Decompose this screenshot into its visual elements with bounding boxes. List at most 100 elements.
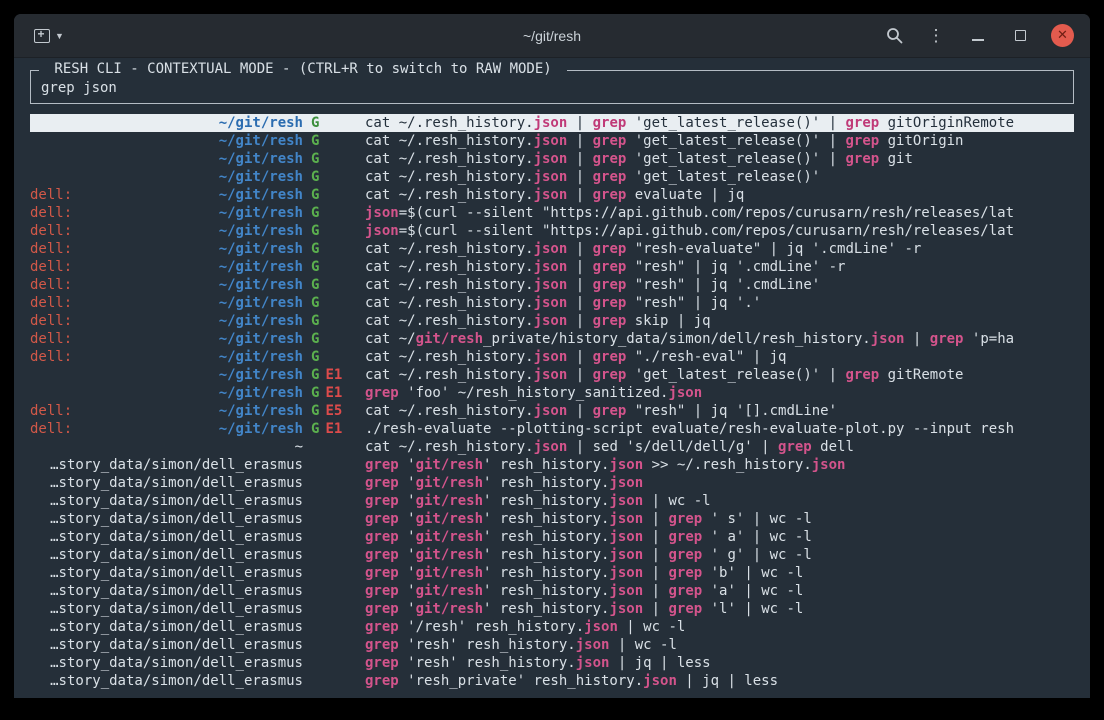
terminal-content: RESH CLI - CONTEXTUAL MODE - (CTRL+R to … — [14, 70, 1090, 690]
row-flag: G — [311, 187, 319, 203]
history-row[interactable]: …story_data/simon/dell_erasmusgrep '/res… — [30, 618, 1074, 636]
history-row[interactable]: …story_data/simon/dell_erasmusgrep 'git/… — [30, 546, 1074, 564]
restore-button[interactable] — [1009, 25, 1031, 47]
row-context: ~ — [30, 438, 303, 456]
row-host: dell: — [30, 222, 72, 240]
history-row[interactable]: ~/git/reshGE1cat ~/.resh_history.json | … — [30, 366, 1074, 384]
row-flags — [303, 672, 357, 690]
row-pwd: ~/git/resh — [219, 348, 303, 366]
row-command: grep 'resh' resh_history.json | jq | les… — [357, 654, 1074, 672]
history-row[interactable]: ~/git/reshGcat ~/.resh_history.json | gr… — [30, 168, 1074, 186]
row-flags — [303, 654, 357, 672]
row-command: grep 'resh_private' resh_history.json | … — [357, 672, 1074, 690]
history-row[interactable]: …story_data/simon/dell_erasmusgrep 'git/… — [30, 474, 1074, 492]
history-row[interactable]: dell:~/git/reshGjson=$(curl --silent "ht… — [30, 204, 1074, 222]
history-row[interactable]: …story_data/simon/dell_erasmusgrep 'git/… — [30, 510, 1074, 528]
row-command: grep 'git/resh' resh_history.json | grep… — [357, 564, 1074, 582]
menu-button[interactable]: ⋮ — [925, 25, 947, 47]
row-flags — [303, 618, 357, 636]
row-flag: G — [311, 421, 319, 437]
row-flag: G — [311, 115, 319, 131]
kebab-menu-icon: ⋮ — [928, 27, 945, 44]
history-row[interactable]: …story_data/simon/dell_erasmus grep 'git/… — [30, 528, 1074, 546]
history-row[interactable]: …story_data/simon/dell_erasmusgrep 'git/… — [30, 456, 1074, 474]
row-pwd: …story_data/simon/dell_erasmus — [50, 600, 303, 618]
titlebar: ▼ ~/git/resh ⋮ ✕ — [14, 14, 1090, 58]
search-button[interactable] — [883, 25, 905, 47]
row-command: grep 'git/resh' resh_history.json | grep… — [357, 528, 1074, 546]
row-command: cat ~/.resh_history.json | grep 'get_lat… — [357, 132, 1074, 150]
history-row[interactable]: dell:~/git/reshGcat ~/.resh_history.json… — [30, 186, 1074, 204]
row-pwd: …story_data/simon/dell_erasmus — [50, 672, 303, 690]
minimize-button[interactable] — [967, 25, 989, 47]
row-pwd: ~/git/resh — [219, 204, 303, 222]
row-command: cat ~/.resh_history.json | grep 'get_lat… — [357, 114, 1074, 132]
search-icon — [886, 27, 903, 44]
row-context: ~/git/resh — [30, 168, 303, 186]
row-flags: G — [303, 312, 357, 330]
row-command: cat ~/.resh_history.json | grep "resh" |… — [357, 402, 1074, 420]
row-pwd: …story_data/simon/dell_erasmus — [50, 528, 303, 546]
row-context: ~/git/resh — [30, 132, 303, 150]
history-row[interactable]: dell:~/git/reshGcat ~/git/resh_private/h… — [30, 330, 1074, 348]
history-row[interactable]: …story_data/simon/dell_erasmusgrep 'git/… — [30, 600, 1074, 618]
row-context: …story_data/simon/dell_erasmus — [30, 492, 303, 510]
row-pwd: ~ — [295, 438, 303, 456]
row-context: dell:~/git/resh — [30, 420, 303, 438]
history-row[interactable]: ~/git/reshGcat ~/.resh_history.json | gr… — [30, 132, 1074, 150]
history-row[interactable]: dell:~/git/reshGcat ~/.resh_history.json… — [30, 258, 1074, 276]
row-context: dell:~/git/resh — [30, 258, 303, 276]
row-command: cat ~/.resh_history.json | grep 'get_lat… — [357, 150, 1074, 168]
row-flags — [303, 546, 357, 564]
history-row[interactable]: dell:~/git/reshGcat ~/.resh_history.json… — [30, 348, 1074, 366]
history-row[interactable]: ~/git/reshGcat ~/.resh_history.json | gr… — [30, 150, 1074, 168]
history-row[interactable]: dell:~/git/reshGjson=$(curl --silent "ht… — [30, 222, 1074, 240]
row-command: cat ~/.resh_history.json | grep "resh" |… — [357, 258, 1074, 276]
history-row[interactable]: ~cat ~/.resh_history.json | sed 's/dell/… — [30, 438, 1074, 456]
restore-icon — [1015, 30, 1026, 41]
row-flags — [303, 636, 357, 654]
history-row[interactable]: …story_data/simon/dell_erasmus grep 'resh… — [30, 654, 1074, 672]
history-row[interactable]: dell:~/git/reshGcat ~/.resh_history.json… — [30, 276, 1074, 294]
row-flags: G — [303, 240, 357, 258]
row-host: dell: — [30, 420, 72, 438]
row-flag: G — [311, 349, 319, 365]
history-row[interactable]: …story_data/simon/dell_erasmusgrep 'git/… — [30, 564, 1074, 582]
history-row[interactable]: …story_data/simon/dell_erasmusgrep 'git/… — [30, 582, 1074, 600]
row-flags: G — [303, 222, 357, 240]
history-row[interactable]: dell:~/git/reshGcat ~/.resh_history.json… — [30, 312, 1074, 330]
close-button[interactable]: ✕ — [1051, 24, 1074, 47]
row-flag: G — [311, 367, 319, 383]
history-row[interactable]: …story_data/simon/dell_erasmus grep 'resh… — [30, 672, 1074, 690]
history-row[interactable]: dell:~/git/reshGcat ~/.resh_history.json… — [30, 294, 1074, 312]
history-row[interactable]: dell:~/git/reshGE5cat ~/.resh_history.js… — [30, 402, 1074, 420]
history-row[interactable]: dell:~/git/reshGcat ~/.resh_history.json… — [30, 240, 1074, 258]
row-context: dell:~/git/resh — [30, 330, 303, 348]
history-row[interactable]: ~/git/reshGE1grep 'foo' ~/resh_history_s… — [30, 384, 1074, 402]
row-flags — [303, 474, 357, 492]
query-input[interactable]: grep json — [41, 80, 1063, 96]
history-row[interactable]: …story_data/simon/dell_erasmusgrep 'git/… — [30, 492, 1074, 510]
row-flags: G — [303, 150, 357, 168]
row-flags: G — [303, 168, 357, 186]
history-row[interactable]: ~/git/reshGcat ~/.resh_history.json | gr… — [30, 114, 1074, 132]
row-command: grep 'git/resh' resh_history.json | grep… — [357, 582, 1074, 600]
row-flags: G — [303, 294, 357, 312]
row-host: dell: — [30, 186, 72, 204]
row-command: cat ~/.resh_history.json | grep "resh" |… — [357, 276, 1074, 294]
row-pwd: ~/git/resh — [219, 384, 303, 402]
row-flags — [303, 582, 357, 600]
row-flags: G — [303, 258, 357, 276]
row-context: dell:~/git/resh — [30, 186, 303, 204]
row-pwd: …story_data/simon/dell_erasmus — [50, 654, 303, 672]
row-pwd: ~/git/resh — [219, 276, 303, 294]
history-row[interactable]: dell:~/git/reshGE1./resh-evaluate --plot… — [30, 420, 1074, 438]
row-context: …story_data/simon/dell_erasmus — [30, 672, 303, 690]
row-flags: G — [303, 114, 357, 132]
row-flags — [303, 510, 357, 528]
row-flags: GE1 — [303, 420, 357, 438]
row-pwd: ~/git/resh — [219, 168, 303, 186]
row-command: json=$(curl --silent "https://api.github… — [357, 222, 1074, 240]
row-context: dell:~/git/resh — [30, 222, 303, 240]
history-row[interactable]: …story_data/simon/dell_erasmusgrep 'resh… — [30, 636, 1074, 654]
